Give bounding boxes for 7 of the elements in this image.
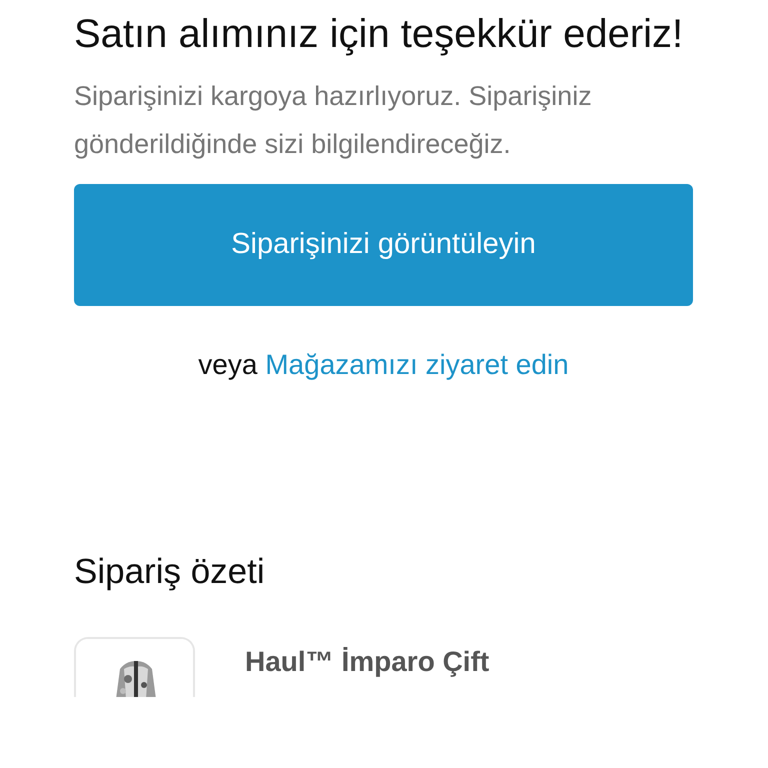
confirmation-message: Siparişinizi kargoya hazırlıyoruz. Siparişiniz gönderildiğinde sizi bilgilendireceğiz. bbox=[74, 80, 593, 161]
visit-store-link[interactable]: Mağazamızı ziyaret edin bbox=[265, 349, 569, 380]
view-order-button[interactable]: Siparişinizi görüntüleyin bbox=[74, 184, 693, 306]
page-heading: Satın alımınız için teşekkür ederiz! bbox=[74, 11, 684, 58]
summary-title: Sipariş özeti bbox=[74, 551, 266, 593]
product-name: Haul™ İmparo Çift bbox=[245, 644, 490, 679]
or-text: veya bbox=[198, 349, 258, 380]
